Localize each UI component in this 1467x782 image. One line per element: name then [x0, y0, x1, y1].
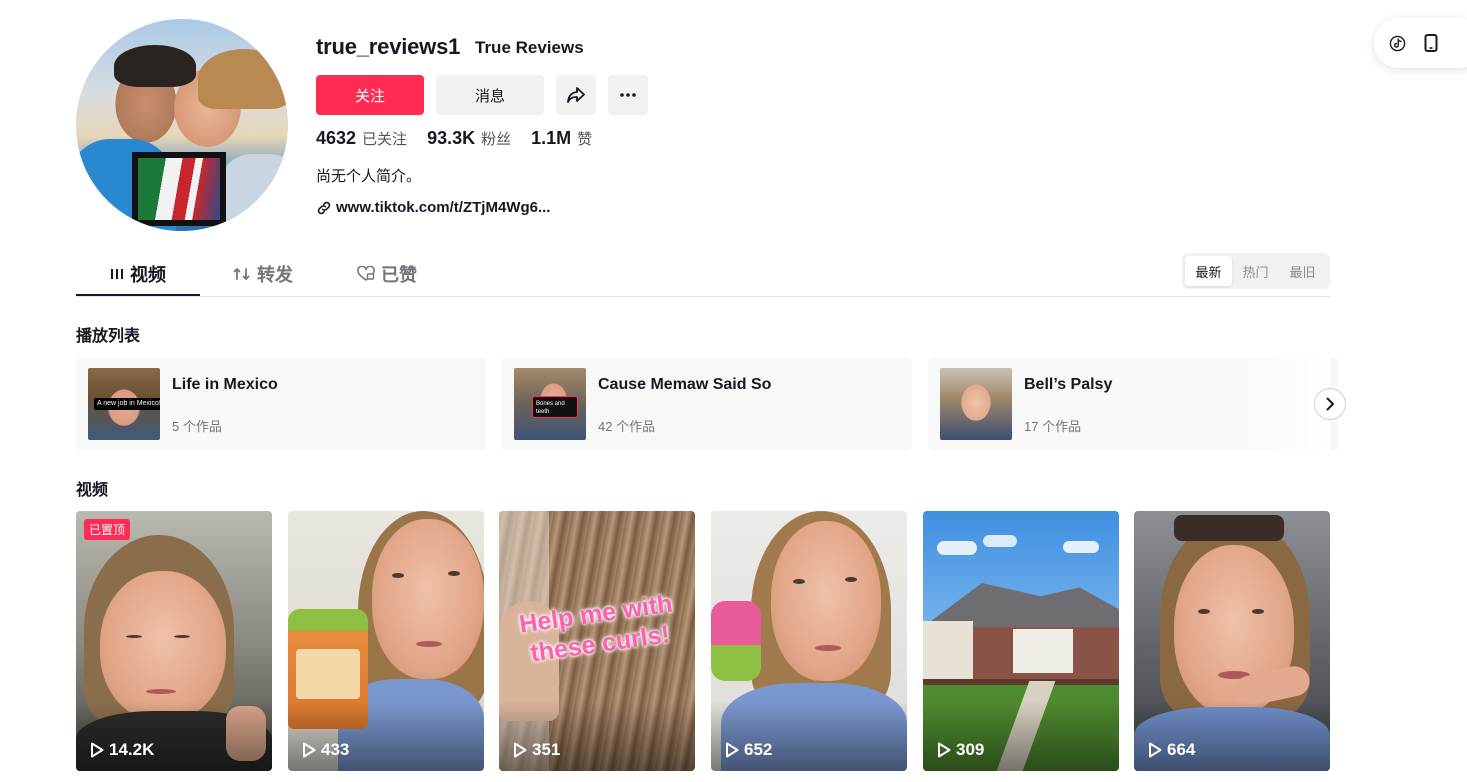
playlist-thumbnail: Bones and teeth [514, 368, 586, 440]
playlist-thumbnail: A new job in Mexico!? [88, 368, 160, 440]
profile-tabs: 视频 转发 已赞 最新 热门 最旧 [76, 252, 1330, 297]
follow-button[interactable]: 关注 [316, 75, 424, 115]
play-icon [303, 742, 316, 758]
video-grid: 已置顶 14.2K 433 Help me with these curls! … [76, 511, 1330, 771]
sort-toggle: 最新 热门 最旧 [1182, 253, 1330, 289]
video-view-count: 664 [1167, 740, 1196, 759]
profile-link-text: www.tiktok.com/t/ZTjM4Wg6... [336, 199, 551, 216]
videos-heading: 视频 [76, 482, 109, 499]
video-views: 14.2K [90, 740, 154, 760]
play-icon [514, 742, 527, 758]
link-icon [317, 201, 331, 214]
playlist-next-button[interactable] [1314, 388, 1346, 420]
tab-liked[interactable]: 已赞 [357, 252, 417, 296]
video-card[interactable]: 652 [711, 511, 907, 771]
video-card[interactable]: 664 [1134, 511, 1330, 771]
sort-oldest[interactable]: 最旧 [1279, 256, 1326, 286]
video-view-count: 14.2K [109, 740, 155, 759]
playlist-name: Bell’s Palsy [1024, 376, 1113, 393]
more-options-button[interactable] [608, 75, 648, 115]
share-icon [567, 87, 585, 103]
video-views: 652 [725, 740, 772, 760]
share-button[interactable] [556, 75, 596, 115]
followers-label: 粉丝 [481, 131, 512, 148]
video-card[interactable]: 已置顶 14.2K [76, 511, 272, 771]
tab-liked-label: 已赞 [381, 265, 417, 285]
followers-stat[interactable]: 93.3K 粉丝 [427, 128, 511, 149]
playlist-row: A new job in Mexico!? Life in Mexico 5 个… [76, 357, 1338, 451]
tab-videos-label: 视频 [130, 265, 166, 285]
floating-toolbar [1374, 18, 1467, 68]
video-views: 433 [302, 740, 349, 760]
profile-avatar[interactable] [76, 19, 288, 231]
likes-label: 赞 [577, 131, 593, 148]
following-stat[interactable]: 4632 已关注 [316, 128, 407, 149]
playlist-count: 42 个作品 [598, 419, 656, 434]
playlist-count: 5 个作品 [172, 419, 222, 434]
profile-nickname: True Reviews [475, 38, 584, 57]
playlist-thumbnail [940, 368, 1012, 440]
chevron-right-icon [1326, 397, 1334, 411]
tab-reposts[interactable]: 转发 [233, 252, 293, 296]
tiktok-logo-icon[interactable] [1388, 34, 1406, 52]
playlist-thumb-caption: A new job in Mexico!? [94, 398, 160, 410]
tab-reposts-label: 转发 [257, 265, 293, 285]
profile-link[interactable]: www.tiktok.com/t/ZTjM4Wg6... [316, 199, 550, 216]
profile-username: true_reviews1 [316, 34, 461, 59]
heart-icon [357, 266, 375, 281]
play-icon [726, 742, 739, 758]
playlist-card[interactable]: Bones and teeth Cause Memaw Said So 42 个… [502, 357, 912, 451]
followers-count: 93.3K [427, 128, 476, 148]
likes-stat: 1.1M 赞 [531, 128, 592, 149]
video-views: 309 [937, 740, 984, 760]
playlist-card[interactable]: Bell’s Palsy 17 个作品 [928, 357, 1338, 451]
playlist-card[interactable]: A new job in Mexico!? Life in Mexico 5 个… [76, 357, 486, 451]
play-icon [1149, 742, 1162, 758]
video-view-count: 351 [532, 740, 561, 759]
more-horizontal-icon [620, 93, 636, 97]
video-view-count: 433 [321, 740, 350, 759]
playlist-count: 17 个作品 [1024, 419, 1082, 434]
profile-stats: 4632 已关注 93.3K 粉丝 1.1M 赞 [316, 128, 592, 149]
grid-icon [111, 269, 123, 279]
pinned-badge: 已置顶 [84, 519, 131, 540]
sort-popular[interactable]: 热门 [1232, 256, 1279, 286]
following-label: 已关注 [362, 131, 408, 148]
likes-count: 1.1M [531, 128, 572, 148]
profile-bio: 尚无个人简介。 [316, 168, 422, 185]
mobile-device-icon[interactable] [1422, 34, 1440, 52]
play-icon [938, 742, 951, 758]
video-views: 664 [1148, 740, 1195, 760]
playlist-thumb-caption: Bones and teeth [532, 396, 578, 418]
repost-icon [233, 268, 250, 280]
video-view-count: 309 [956, 740, 985, 759]
video-card[interactable]: Help me with these curls! 351 [499, 511, 695, 771]
sort-latest[interactable]: 最新 [1185, 256, 1232, 286]
message-button[interactable]: 消息 [436, 75, 544, 115]
active-tab-indicator [76, 294, 200, 296]
following-count: 4632 [316, 128, 357, 148]
video-card[interactable]: 309 [923, 511, 1119, 771]
video-view-count: 652 [744, 740, 773, 759]
video-card[interactable]: 433 [288, 511, 484, 771]
play-icon [91, 742, 104, 758]
playlist-name: Life in Mexico [172, 376, 278, 393]
playlists-heading: 播放列表 [76, 328, 141, 345]
tab-videos[interactable]: 视频 [110, 252, 166, 296]
playlist-name: Cause Memaw Said So [598, 376, 772, 393]
flag-picture [132, 152, 226, 226]
video-views: 351 [513, 740, 560, 760]
